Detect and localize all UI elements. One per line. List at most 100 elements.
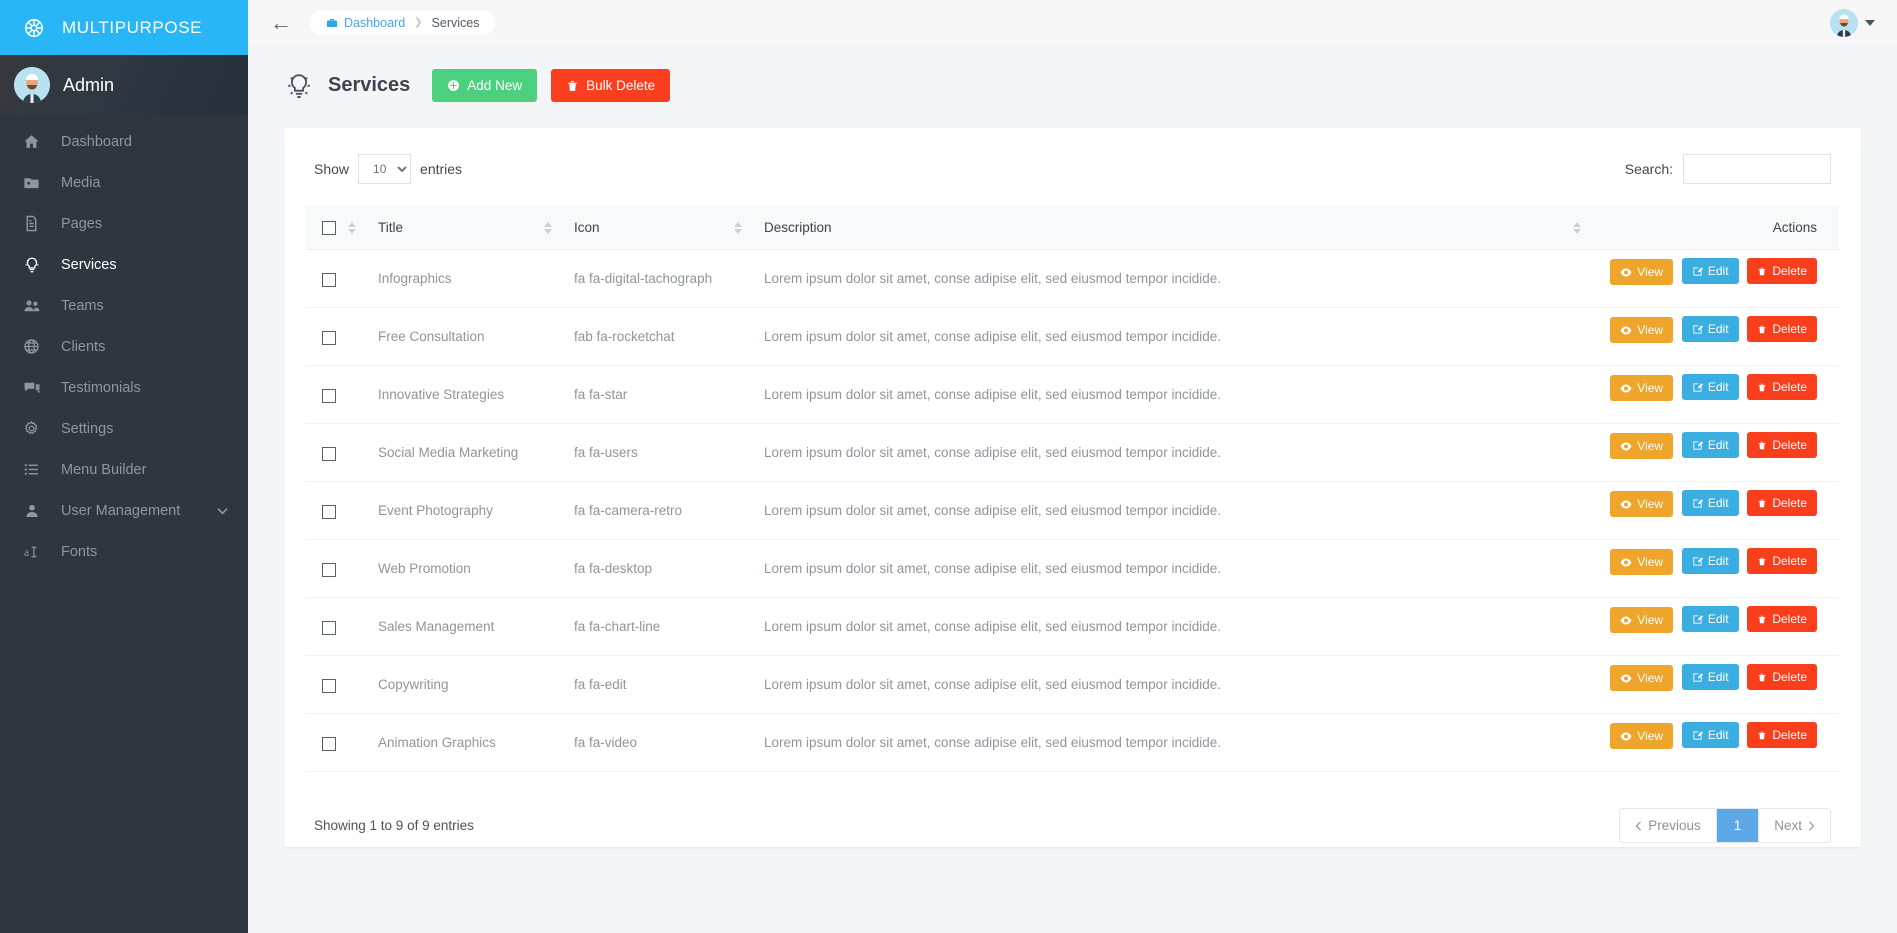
- select-all-checkbox[interactable]: [322, 221, 336, 236]
- edit-button[interactable]: Edit: [1681, 664, 1739, 691]
- view-button[interactable]: View: [1610, 491, 1674, 518]
- sidebar-user-panel[interactable]: Admin: [0, 55, 248, 115]
- delete-button[interactable]: Delete: [1747, 606, 1817, 633]
- back-button[interactable]: ←: [266, 10, 296, 36]
- row-checkbox-cell[interactable]: [306, 307, 368, 367]
- edit-button[interactable]: Edit: [1681, 374, 1739, 401]
- column-header-checkbox[interactable]: [306, 206, 368, 251]
- add-new-label: Add New: [467, 78, 523, 93]
- cell-actions: View Edit Delete: [1593, 713, 1839, 773]
- view-button[interactable]: View: [1610, 259, 1674, 286]
- delete-button[interactable]: Delete: [1747, 722, 1817, 749]
- sidebar-item-user-management[interactable]: User Management: [0, 490, 248, 531]
- view-button[interactable]: View: [1610, 375, 1674, 402]
- pagination-page-1[interactable]: 1: [1716, 809, 1760, 843]
- sidebar-item-testimonials[interactable]: Testimonials: [0, 367, 248, 408]
- edit-button[interactable]: Edit: [1681, 490, 1739, 517]
- main-content: ← Dashboard ❯ Services Services Add New …: [248, 0, 1897, 933]
- eye-icon: [1620, 384, 1632, 393]
- view-button[interactable]: View: [1610, 723, 1674, 750]
- sort-icon[interactable]: [734, 221, 742, 234]
- row-checkbox[interactable]: [322, 446, 336, 461]
- row-checkbox-cell[interactable]: [306, 365, 368, 425]
- row-checkbox-cell[interactable]: [306, 539, 368, 599]
- edit-icon: [1692, 556, 1703, 567]
- edit-icon: [1692, 266, 1703, 277]
- edit-button[interactable]: Edit: [1681, 722, 1739, 749]
- row-checkbox-cell[interactable]: [306, 713, 368, 773]
- sidebar-item-label: Dashboard: [61, 133, 132, 150]
- cell-title: Web Promotion: [368, 539, 564, 599]
- delete-button[interactable]: Delete: [1747, 258, 1817, 285]
- pagination-next-label: Next: [1774, 818, 1802, 834]
- row-checkbox[interactable]: [322, 620, 336, 635]
- row-checkbox[interactable]: [322, 504, 336, 519]
- trash-icon: [1757, 440, 1767, 451]
- search-input[interactable]: [1683, 154, 1831, 184]
- edit-button[interactable]: Edit: [1681, 606, 1739, 633]
- row-checkbox[interactable]: [322, 388, 336, 403]
- row-checkbox[interactable]: [322, 272, 336, 287]
- row-checkbox-cell[interactable]: [306, 597, 368, 657]
- delete-button[interactable]: Delete: [1747, 548, 1817, 575]
- user-menu[interactable]: [1830, 8, 1875, 37]
- row-checkbox[interactable]: [322, 736, 336, 751]
- sort-icon[interactable]: [348, 221, 356, 234]
- row-checkbox-cell[interactable]: [306, 481, 368, 541]
- pagination-next[interactable]: Next: [1759, 809, 1830, 843]
- sidebar-item-media[interactable]: Media: [0, 162, 248, 203]
- edit-button[interactable]: Edit: [1681, 432, 1739, 459]
- delete-button[interactable]: Delete: [1747, 432, 1817, 459]
- pagination-previous[interactable]: Previous: [1620, 809, 1717, 843]
- sort-icon[interactable]: [1573, 221, 1581, 234]
- view-button[interactable]: View: [1610, 665, 1674, 692]
- edit-icon: [1692, 672, 1703, 683]
- view-button[interactable]: View: [1610, 607, 1674, 634]
- comments-icon: [22, 379, 41, 397]
- view-button[interactable]: View: [1610, 549, 1674, 576]
- delete-button[interactable]: Delete: [1747, 316, 1817, 343]
- view-button[interactable]: View: [1610, 317, 1674, 344]
- add-new-button[interactable]: Add New: [432, 69, 538, 102]
- sidebar-item-dashboard[interactable]: Dashboard: [0, 121, 248, 162]
- edit-label: Edit: [1707, 612, 1729, 627]
- sidebar-item-teams[interactable]: Teams: [0, 285, 248, 326]
- image-icon: [22, 174, 41, 191]
- row-checkbox[interactable]: [322, 330, 336, 345]
- sidebar-item-settings[interactable]: Settings: [0, 408, 248, 449]
- column-header-icon[interactable]: Icon: [564, 206, 754, 251]
- cell-title: Free Consultation: [368, 307, 564, 367]
- delete-button[interactable]: Delete: [1747, 664, 1817, 691]
- sidebar-item-fonts[interactable]: a Fonts: [0, 531, 248, 572]
- search-label: Search:: [1624, 161, 1673, 177]
- sidebar-item-clients[interactable]: Clients: [0, 326, 248, 367]
- sidebar-item-pages[interactable]: Pages: [0, 203, 248, 244]
- row-checkbox-cell[interactable]: [306, 249, 368, 309]
- page-header: Services Add New Bulk Delete: [248, 45, 1897, 102]
- row-checkbox-cell[interactable]: [306, 655, 368, 715]
- sidebar-item-services[interactable]: Services: [0, 244, 248, 285]
- bulk-delete-button[interactable]: Bulk Delete: [551, 69, 671, 102]
- column-header-title[interactable]: Title: [368, 206, 564, 251]
- column-header-description[interactable]: Description: [754, 206, 1593, 251]
- edit-button[interactable]: Edit: [1681, 548, 1739, 575]
- sidebar-item-menu-builder[interactable]: Menu Builder: [0, 449, 248, 490]
- cell-actions: View Edit Delete: [1593, 365, 1839, 425]
- row-checkbox-cell[interactable]: [306, 423, 368, 483]
- cell-description: Lorem ipsum dolor sit amet, conse adipis…: [754, 655, 1593, 715]
- delete-button[interactable]: Delete: [1747, 374, 1817, 401]
- view-button[interactable]: View: [1610, 433, 1674, 460]
- delete-button[interactable]: Delete: [1747, 490, 1817, 517]
- delete-label: Delete: [1772, 612, 1807, 627]
- breadcrumb-dashboard-link[interactable]: Dashboard: [326, 16, 405, 30]
- edit-button[interactable]: Edit: [1681, 316, 1739, 343]
- row-checkbox[interactable]: [322, 562, 336, 577]
- sort-icon[interactable]: [544, 221, 552, 234]
- row-checkbox[interactable]: [322, 678, 336, 693]
- brand-header[interactable]: MULTIPURPOSE: [0, 0, 248, 55]
- edit-button[interactable]: Edit: [1681, 258, 1739, 285]
- page-length-select[interactable]: 10 25 50 100: [358, 154, 412, 184]
- table-row: Infographics fa fa-digital-tachograph Lo…: [306, 249, 1839, 309]
- sidebar-item-label: Settings: [61, 420, 114, 437]
- cell-title: Innovative Strategies: [368, 365, 564, 425]
